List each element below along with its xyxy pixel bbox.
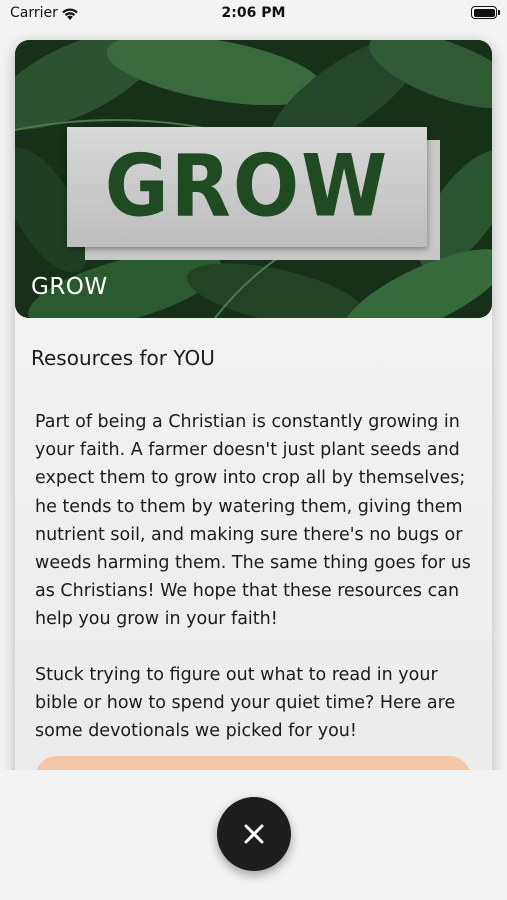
resource-card: GROW GROW Resources for YOU Part of bein…: [15, 40, 492, 800]
close-icon: [244, 824, 264, 844]
close-button[interactable]: [217, 797, 291, 871]
grow-logo: GROW: [104, 137, 390, 237]
hero-title: GROW: [31, 274, 108, 300]
section-title: Resources for YOU: [31, 346, 215, 370]
status-time: 2:06 PM: [221, 5, 286, 21]
devotionals-paragraph: Stuck trying to figure out what to read …: [35, 665, 456, 742]
hero-image: GROW GROW: [15, 40, 492, 318]
intro-paragraph: Part of being a Christian is constantly …: [35, 412, 471, 630]
status-bar: Carrier 2:06 PM: [0, 0, 507, 30]
battery-icon: [471, 6, 500, 19]
